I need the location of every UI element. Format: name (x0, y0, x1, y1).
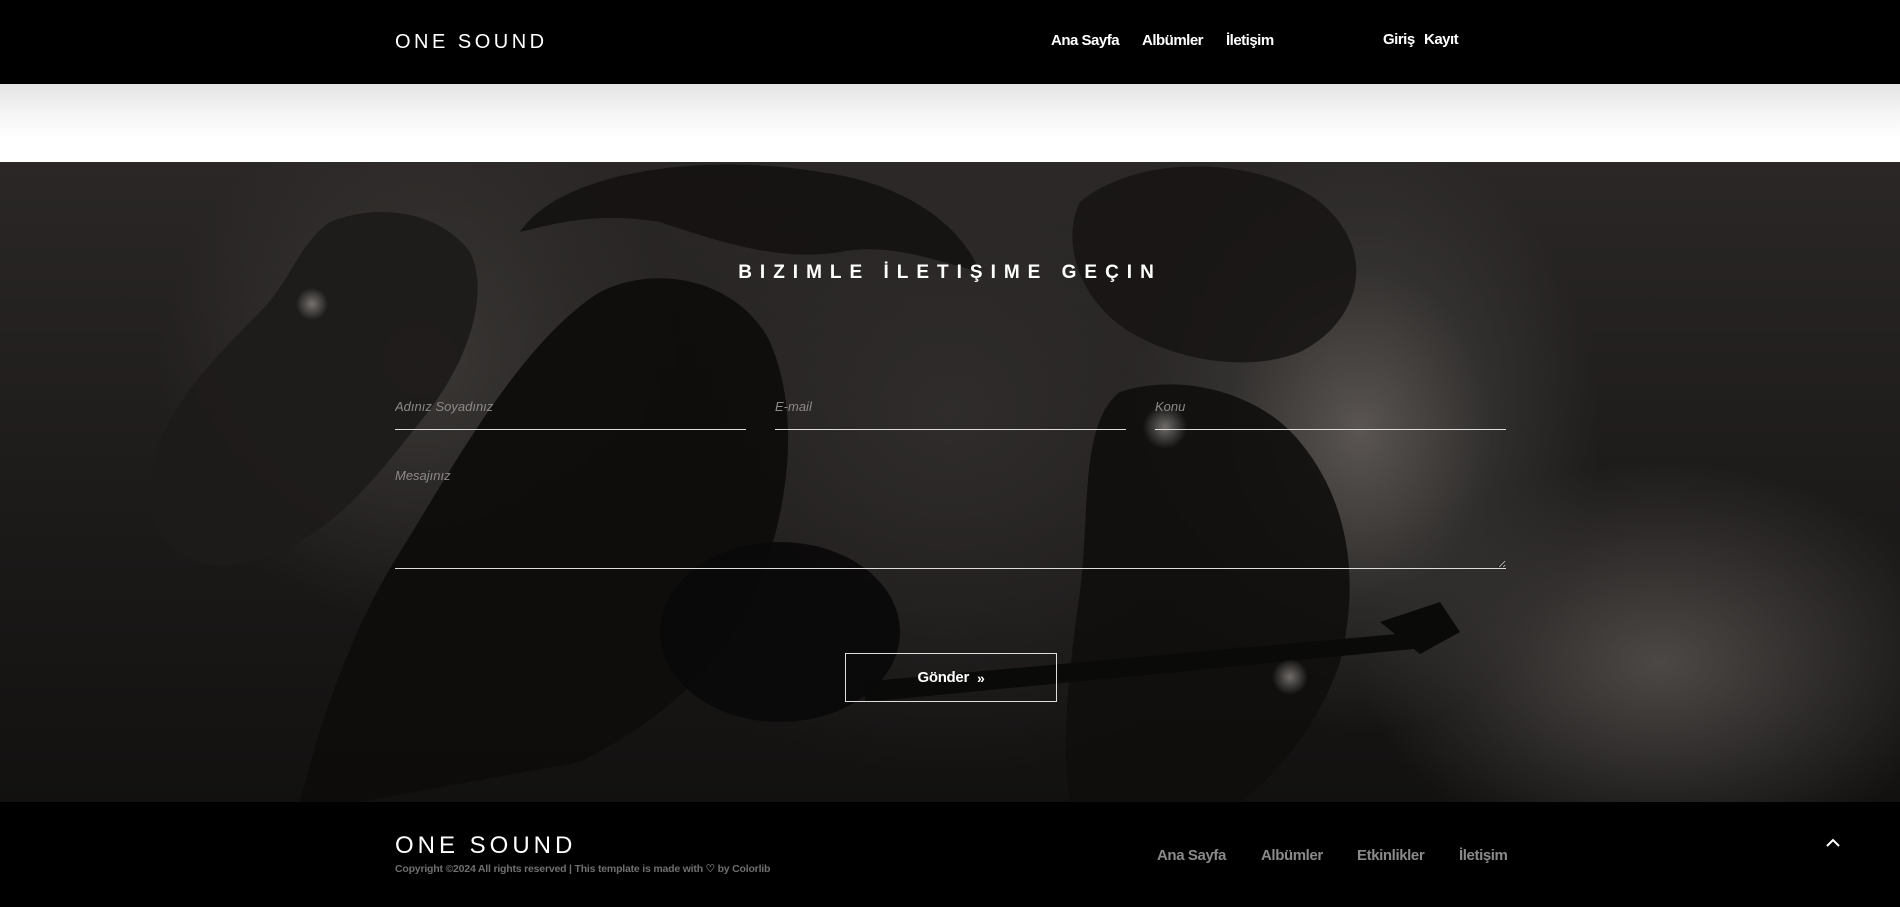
send-button[interactable]: Gönder » (845, 653, 1057, 702)
nav-item-contact[interactable]: İletişim (1226, 32, 1274, 49)
nav-item-home[interactable]: Ana Sayfa (1051, 32, 1120, 49)
copyright-text: Copyright ©2024 All rights reserved | Th… (395, 863, 770, 875)
site-header: ONE SOUND Ana Sayfa Albümler İletişim Gi… (0, 0, 1900, 84)
double-chevron-right-icon: » (977, 669, 985, 686)
heart-icon: ♡ (705, 863, 715, 875)
footer-link-events[interactable]: Etkinlikler (1357, 847, 1425, 864)
site-footer: ONE SOUND Copyright ©2024 All rights res… (0, 802, 1900, 907)
nav-item-albums[interactable]: Albümler (1142, 32, 1204, 49)
message-textarea[interactable] (395, 456, 1506, 569)
copyright-prefix: Copyright ©2024 All rights reserved | Th… (395, 863, 703, 875)
header-shadow-band (0, 84, 1900, 162)
site-logo[interactable]: ONE SOUND (395, 31, 548, 54)
contact-section: BIZIMLE İLETIŞIME GEÇIN Gönder » (0, 162, 1900, 802)
register-link[interactable]: Kayıt (1424, 31, 1459, 48)
name-input[interactable] (395, 390, 746, 430)
footer-logo[interactable]: ONE SOUND (395, 832, 576, 860)
footer-link-contact[interactable]: İletişim (1459, 847, 1508, 864)
back-to-top-button[interactable] (1822, 832, 1844, 854)
contact-title: BIZIMLE İLETIŞIME GEÇIN (738, 262, 1162, 283)
email-input[interactable] (775, 390, 1126, 430)
subject-input[interactable] (1155, 390, 1506, 430)
login-link[interactable]: Giriş (1383, 31, 1415, 48)
footer-link-home[interactable]: Ana Sayfa (1157, 847, 1226, 864)
send-button-label: Gönder (917, 669, 970, 686)
footer-link-albums[interactable]: Albümler (1261, 847, 1323, 864)
copyright-suffix[interactable]: by Colorlib (718, 863, 771, 875)
chevron-up-icon (1826, 838, 1840, 847)
